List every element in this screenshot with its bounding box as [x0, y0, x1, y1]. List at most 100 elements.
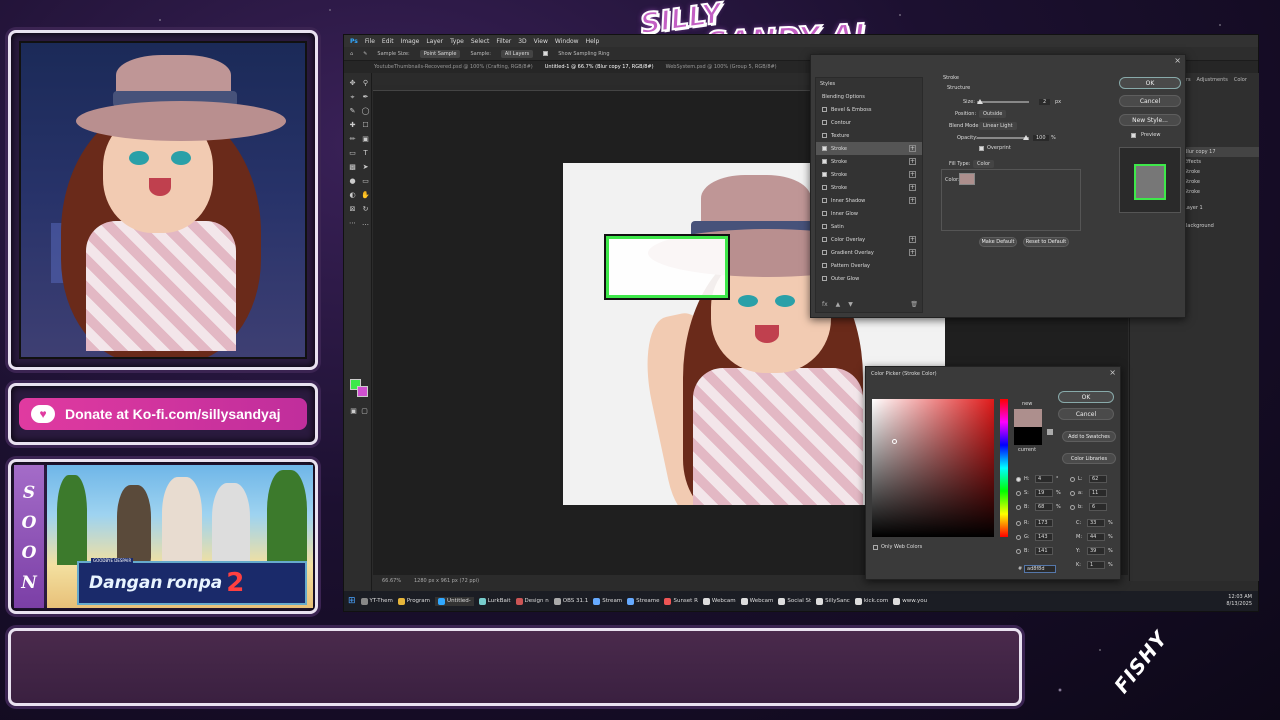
style-checkbox[interactable]	[822, 185, 827, 190]
stroke-color-swatch[interactable]	[959, 173, 975, 185]
more-tools-icon[interactable]: …	[361, 219, 370, 228]
crop-tool-icon[interactable]: ⌖	[348, 93, 357, 102]
field-value[interactable]: 141	[1035, 547, 1053, 555]
style-row[interactable]: Gradient Overlay +	[816, 246, 922, 259]
zoom-tool-icon[interactable]: ⚲	[361, 79, 370, 88]
style-checkbox[interactable]	[822, 120, 827, 125]
stamp-tool-icon[interactable]: ▣	[361, 135, 370, 144]
reset-default-button[interactable]: Reset to Default	[1023, 237, 1069, 247]
taskbar-item[interactable]: Social St	[778, 597, 811, 605]
sample-select[interactable]: All Layers	[500, 49, 534, 58]
style-row[interactable]: Stroke +	[816, 155, 922, 168]
style-checkbox[interactable]	[822, 237, 827, 242]
size-slider[interactable]	[977, 101, 1029, 103]
menu-help[interactable]: Help	[586, 38, 600, 45]
panel-tab-color[interactable]: Color	[1234, 77, 1247, 83]
layer-row[interactable]: Effects	[1184, 157, 1259, 167]
style-checkbox[interactable]	[822, 107, 827, 112]
pen-tool-icon[interactable]: ✒	[361, 93, 370, 102]
blur-tool-icon[interactable]: ●	[348, 177, 357, 186]
color-mode-radio[interactable]	[1016, 534, 1021, 540]
style-row[interactable]: Outer Glow	[816, 272, 922, 285]
quick-mask-icon[interactable]: ▣	[349, 407, 358, 416]
taskbar-item[interactable]: Stream	[593, 597, 622, 605]
move-down-icon[interactable]: ▼	[848, 301, 853, 308]
tab-youtube-thumbnails[interactable]: YoutubeThumbnails-Recovered.psd @ 100% (…	[374, 64, 533, 70]
taskbar-item[interactable]: Webcam	[702, 597, 736, 605]
edit-toolbar-icon[interactable]: ⋯	[348, 219, 357, 228]
size-slider-thumb[interactable]	[977, 99, 983, 104]
color-field-cursor[interactable]	[892, 439, 897, 444]
field-value[interactable]: 11	[1089, 489, 1107, 497]
start-menu-icon[interactable]: ⊞	[348, 596, 356, 606]
taskbar-item[interactable]: Sunset R	[664, 597, 698, 605]
field-value[interactable]: 1	[1087, 561, 1105, 569]
screen-mode-icon[interactable]: ▢	[360, 407, 369, 416]
style-checkbox[interactable]	[822, 172, 827, 177]
style-row[interactable]: Stroke +	[816, 142, 922, 155]
add-effect-icon[interactable]: +	[909, 171, 916, 178]
layer-row[interactable]: Stroke	[1184, 187, 1259, 197]
current-color-swatch[interactable]	[1014, 427, 1042, 445]
style-row[interactable]: Satin	[816, 220, 922, 233]
size-value[interactable]: 2	[1039, 99, 1051, 105]
taskbar-clock[interactable]: 12:03 AM 8/13/2025	[1226, 594, 1252, 608]
style-checkbox[interactable]	[822, 224, 827, 229]
saturation-brightness-field[interactable]	[872, 399, 994, 537]
style-row[interactable]: Pattern Overlay	[816, 259, 922, 272]
field-value[interactable]: 4	[1035, 475, 1053, 483]
field-value[interactable]: 19	[1035, 489, 1053, 497]
make-default-button[interactable]: Make Default	[979, 237, 1017, 247]
taskbar-item[interactable]: LurkBait	[478, 597, 511, 605]
style-checkbox[interactable]	[822, 159, 827, 164]
field-value[interactable]: 6	[1089, 503, 1107, 511]
field-value[interactable]: 62	[1089, 475, 1107, 483]
tab-untitled-1[interactable]: Untitled-1 @ 66.7% (Blur copy 17, RGB/8#…	[545, 64, 654, 70]
field-value[interactable]: 39	[1087, 547, 1105, 555]
menu-edit[interactable]: Edit	[382, 38, 394, 45]
hue-slider[interactable]	[1000, 399, 1008, 537]
layer-row[interactable]: Stroke	[1184, 167, 1259, 177]
field-value[interactable]: 44	[1087, 533, 1105, 541]
blend-mode-select[interactable]: Linear Light	[979, 122, 1017, 130]
hand-tool-icon[interactable]: ✋	[361, 191, 370, 200]
type-tool-icon[interactable]: T	[361, 149, 370, 158]
color-mode-radio[interactable]	[1070, 476, 1075, 482]
home-icon[interactable]: ⌂	[350, 51, 353, 57]
add-effect-icon[interactable]: +	[909, 145, 916, 152]
add-to-swatches-button[interactable]: Add to Swatches	[1062, 431, 1116, 442]
field-value[interactable]: 173	[1035, 519, 1053, 527]
color-libraries-button[interactable]: Color Libraries	[1062, 453, 1116, 464]
menu-image[interactable]: Image	[401, 38, 420, 45]
menu-select[interactable]: Select	[471, 38, 490, 45]
style-checkbox[interactable]	[822, 276, 827, 281]
heal-tool-icon[interactable]: ✚	[348, 121, 357, 130]
add-effect-icon[interactable]: +	[909, 236, 916, 243]
cancel-button[interactable]: Cancel	[1119, 95, 1181, 107]
color-mode-radio[interactable]	[1016, 490, 1021, 496]
brush-tool-icon[interactable]: ✏	[348, 135, 357, 144]
sample-size-select[interactable]: Point Sample	[419, 49, 461, 58]
tab-websystem[interactable]: WebSystem.psd @ 100% (Group 5, RGB/8#)	[666, 64, 777, 70]
background-color-swatch[interactable]	[357, 386, 368, 397]
lasso-tool-icon[interactable]: ◯	[361, 107, 370, 116]
panel-tab-adjustments[interactable]: Adjustments	[1197, 77, 1228, 83]
frame-tool-icon[interactable]: ⊠	[348, 205, 357, 214]
taskbar-item[interactable]: Webcam	[740, 597, 773, 605]
add-effect-icon[interactable]: +	[909, 249, 916, 256]
color-picker-ok-button[interactable]: OK	[1058, 391, 1114, 403]
taskbar-item[interactable]: Program	[397, 597, 430, 605]
style-row[interactable]: Bevel & Emboss	[816, 103, 922, 116]
menu-type[interactable]: Type	[450, 38, 464, 45]
close-icon[interactable]: ×	[1109, 368, 1116, 377]
eyedropper-tool-icon[interactable]: ✎	[348, 107, 357, 116]
close-icon[interactable]: ×	[1174, 56, 1181, 65]
menu-filter[interactable]: Filter	[496, 38, 511, 45]
color-mode-radio[interactable]	[1016, 504, 1021, 510]
layer-row[interactable]: Layer 1	[1184, 203, 1259, 213]
layer-row[interactable]: Background	[1184, 221, 1259, 231]
color-mode-radio[interactable]	[1016, 476, 1021, 482]
taskbar-item[interactable]: Design n	[515, 597, 549, 605]
path-select-tool-icon[interactable]: ➤	[361, 163, 370, 172]
dodge-tool-icon[interactable]: ◐	[348, 191, 357, 200]
